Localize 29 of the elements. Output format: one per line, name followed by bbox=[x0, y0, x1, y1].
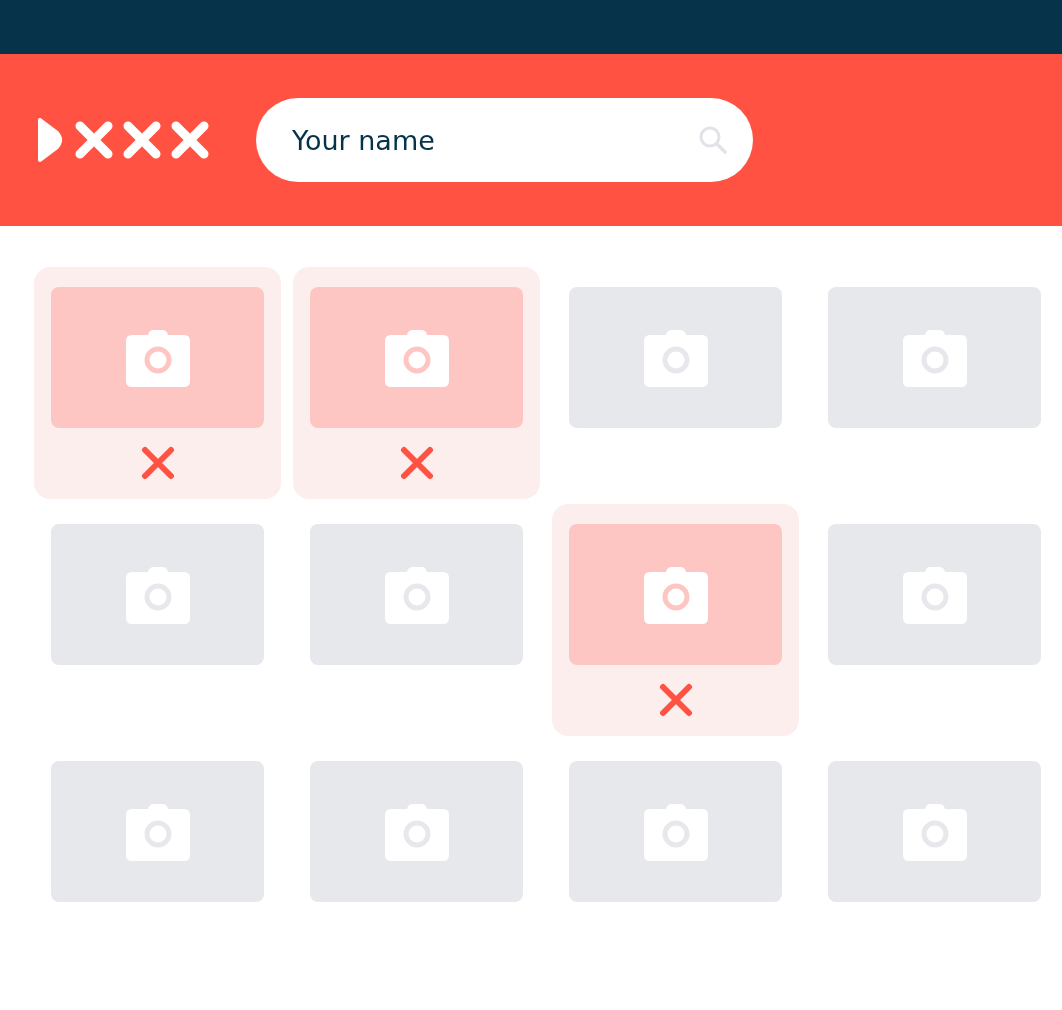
camera-icon bbox=[643, 565, 708, 624]
camera-icon bbox=[125, 328, 190, 387]
photo-placeholder[interactable] bbox=[51, 761, 264, 902]
search-field[interactable]: Your name bbox=[256, 98, 753, 182]
camera-icon bbox=[902, 802, 967, 861]
reject-icon[interactable] bbox=[658, 683, 693, 717]
photo-placeholder[interactable] bbox=[310, 287, 523, 428]
camera-icon bbox=[902, 565, 967, 624]
search-icon bbox=[697, 124, 729, 156]
camera-icon bbox=[125, 802, 190, 861]
camera-icon bbox=[384, 328, 449, 387]
photo-placeholder[interactable] bbox=[569, 287, 782, 428]
photo-placeholder[interactable] bbox=[569, 761, 782, 902]
camera-icon bbox=[643, 802, 708, 861]
photo-placeholder[interactable] bbox=[310, 761, 523, 902]
photo-placeholder[interactable] bbox=[51, 524, 264, 665]
photo-placeholder[interactable] bbox=[828, 761, 1041, 902]
camera-icon bbox=[384, 802, 449, 861]
reject-icon[interactable] bbox=[140, 446, 175, 480]
photo-placeholder[interactable] bbox=[310, 524, 523, 665]
photo-placeholder[interactable] bbox=[569, 524, 782, 665]
camera-icon bbox=[384, 565, 449, 624]
photo-placeholder[interactable] bbox=[828, 287, 1041, 428]
reject-icon[interactable] bbox=[399, 446, 434, 480]
camera-icon bbox=[902, 328, 967, 387]
camera-icon bbox=[125, 565, 190, 624]
photo-placeholder[interactable] bbox=[828, 524, 1041, 665]
photo-placeholder[interactable] bbox=[51, 287, 264, 428]
camera-icon bbox=[643, 328, 708, 387]
